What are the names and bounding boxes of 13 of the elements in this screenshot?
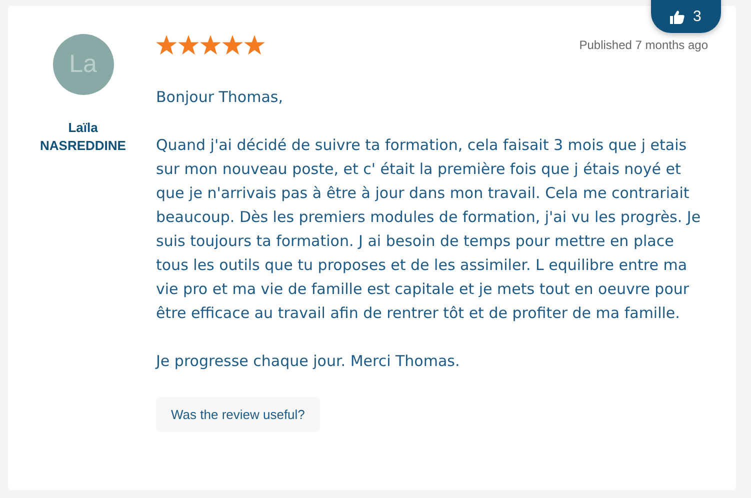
- author-name: Laïla NASREDDINE: [39, 119, 127, 155]
- star-icon: [200, 35, 221, 55]
- thumbs-up-icon: [670, 10, 685, 24]
- star-icon: [222, 35, 243, 55]
- review-paragraph: Bonjour Thomas,: [156, 87, 284, 108]
- published-date: Published 7 months ago: [579, 38, 708, 52]
- like-button[interactable]: 3: [651, 0, 722, 33]
- review-paragraph: Je progresse chaque jour. Merci Thomas.: [156, 351, 461, 372]
- review-paragraph: Quand j'ai décidé de suivre ta formation, cela faisait 3 mois que j etais sur mon nouveau poste, et c' était la première fois que j étais noyé et que je n'arrivais pas à être à jour dans mon travail. Cela me contrariait beaucoup. Dès les premiers modules de formation, j'ai vu les progrès. Je suis toujours ta formation. J ai besoin de temps pour mettre en place tous les outils que tu proposes et de les assimiler. L equilibre entre ma vie pro et ma vie de famille est capitale et je mets tout en oeuvre pour être efficace au travail afin de rentrer tôt et de profiter de ma famille.: [156, 135, 702, 324]
- star-icon: [178, 35, 199, 55]
- useful-button[interactable]: Was the review useful?: [156, 397, 320, 432]
- star-icon: [156, 35, 177, 55]
- star-icon: [244, 35, 265, 55]
